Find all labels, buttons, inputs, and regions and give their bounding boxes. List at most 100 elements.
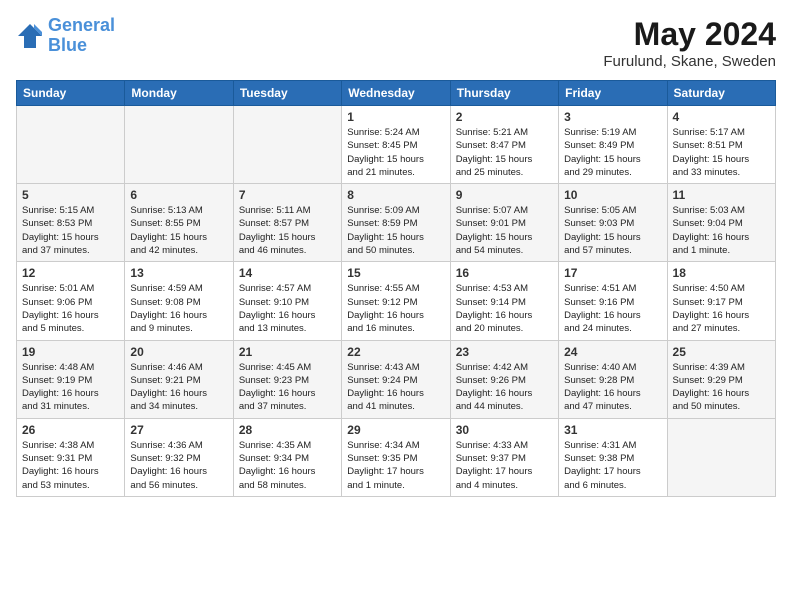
day-info: Sunrise: 5:24 AM Sunset: 8:45 PM Dayligh…: [347, 126, 444, 179]
calendar-cell: 6 Sunrise: 5:13 AM Sunset: 8:55 PM Daylig…: [125, 184, 233, 262]
page-header: General Blue May 2024 Furulund, Skane, S…: [16, 16, 776, 70]
day-info: Sunrise: 5:09 AM Sunset: 8:59 PM Dayligh…: [347, 204, 444, 257]
day-number: 24: [564, 345, 661, 359]
weekday-header-row: SundayMondayTuesdayWednesdayThursdayFrid…: [17, 81, 776, 106]
calendar-cell: [233, 106, 341, 184]
calendar-cell: 7 Sunrise: 5:11 AM Sunset: 8:57 PM Daylig…: [233, 184, 341, 262]
day-info: Sunrise: 4:46 AM Sunset: 9:21 PM Dayligh…: [130, 361, 227, 414]
day-number: 3: [564, 110, 661, 124]
calendar-cell: 15 Sunrise: 4:55 AM Sunset: 9:12 PM Dayli…: [342, 262, 450, 340]
day-info: Sunrise: 4:40 AM Sunset: 9:28 PM Dayligh…: [564, 361, 661, 414]
day-info: Sunrise: 5:13 AM Sunset: 8:55 PM Dayligh…: [130, 204, 227, 257]
day-info: Sunrise: 5:19 AM Sunset: 8:49 PM Dayligh…: [564, 126, 661, 179]
day-info: Sunrise: 4:59 AM Sunset: 9:08 PM Dayligh…: [130, 282, 227, 335]
day-number: 8: [347, 188, 444, 202]
day-number: 31: [564, 423, 661, 437]
calendar-cell: 21Sunrise: 4:45 AM Sunset: 9:23 PM Dayli…: [233, 340, 341, 418]
calendar-cell: 25 Sunrise: 4:39 AM Sunset: 9:29 PM Dayli…: [667, 340, 775, 418]
calendar-cell: 27 Sunrise: 4:36 AM Sunset: 9:32 PM Dayli…: [125, 418, 233, 496]
day-info: Sunrise: 4:35 AM Sunset: 9:34 PM Dayligh…: [239, 439, 336, 492]
day-number: 4: [673, 110, 770, 124]
day-number: 15: [347, 266, 444, 280]
location: Furulund, Skane, Sweden: [603, 53, 776, 70]
day-info: Sunrise: 4:36 AM Sunset: 9:32 PM Dayligh…: [130, 439, 227, 492]
calendar-cell: 24 Sunrise: 4:40 AM Sunset: 9:28 PM Dayli…: [559, 340, 667, 418]
day-number: 19: [22, 345, 119, 359]
logo-line2: Blue: [48, 35, 87, 55]
calendar-cell: 3 Sunrise: 5:19 AM Sunset: 8:49 PM Daylig…: [559, 106, 667, 184]
day-info: Sunrise: 5:21 AM Sunset: 8:47 PM Dayligh…: [456, 126, 553, 179]
logo: General Blue: [16, 16, 115, 56]
month-title: May 2024: [603, 16, 776, 53]
day-number: 5: [22, 188, 119, 202]
calendar-cell: 20 Sunrise: 4:46 AM Sunset: 9:21 PM Dayli…: [125, 340, 233, 418]
calendar-cell: 13 Sunrise: 4:59 AM Sunset: 9:08 PM Dayli…: [125, 262, 233, 340]
calendar-cell: 4 Sunrise: 5:17 AM Sunset: 8:51 PM Daylig…: [667, 106, 775, 184]
day-number: 23: [456, 345, 553, 359]
day-number: 6: [130, 188, 227, 202]
day-number: 27: [130, 423, 227, 437]
day-number: 29: [347, 423, 444, 437]
calendar-week-row: 12Sunrise: 5:01 AM Sunset: 9:06 PM Dayli…: [17, 262, 776, 340]
day-info: Sunrise: 4:39 AM Sunset: 9:29 PM Dayligh…: [673, 361, 770, 414]
calendar-week-row: 1 Sunrise: 5:24 AM Sunset: 8:45 PM Daylig…: [17, 106, 776, 184]
calendar: SundayMondayTuesdayWednesdayThursdayFrid…: [16, 80, 776, 497]
day-number: 20: [130, 345, 227, 359]
day-info: Sunrise: 4:43 AM Sunset: 9:24 PM Dayligh…: [347, 361, 444, 414]
calendar-cell: 1 Sunrise: 5:24 AM Sunset: 8:45 PM Daylig…: [342, 106, 450, 184]
calendar-cell: 14 Sunrise: 4:57 AM Sunset: 9:10 PM Dayli…: [233, 262, 341, 340]
weekday-header: Thursday: [450, 81, 558, 106]
day-info: Sunrise: 4:51 AM Sunset: 9:16 PM Dayligh…: [564, 282, 661, 335]
day-info: Sunrise: 4:57 AM Sunset: 9:10 PM Dayligh…: [239, 282, 336, 335]
day-number: 26: [22, 423, 119, 437]
calendar-cell: 5 Sunrise: 5:15 AM Sunset: 8:53 PM Daylig…: [17, 184, 125, 262]
calendar-cell: 10Sunrise: 5:05 AM Sunset: 9:03 PM Dayli…: [559, 184, 667, 262]
calendar-cell: [667, 418, 775, 496]
day-number: 13: [130, 266, 227, 280]
calendar-cell: 23Sunrise: 4:42 AM Sunset: 9:26 PM Dayli…: [450, 340, 558, 418]
logo-text: General Blue: [48, 16, 115, 56]
title-block: May 2024 Furulund, Skane, Sweden: [603, 16, 776, 70]
day-info: Sunrise: 5:11 AM Sunset: 8:57 PM Dayligh…: [239, 204, 336, 257]
day-info: Sunrise: 5:07 AM Sunset: 9:01 PM Dayligh…: [456, 204, 553, 257]
calendar-cell: 16 Sunrise: 4:53 AM Sunset: 9:14 PM Dayli…: [450, 262, 558, 340]
day-number: 18: [673, 266, 770, 280]
day-number: 30: [456, 423, 553, 437]
calendar-cell: 18 Sunrise: 4:50 AM Sunset: 9:17 PM Dayli…: [667, 262, 775, 340]
weekday-header: Wednesday: [342, 81, 450, 106]
day-number: 11: [673, 188, 770, 202]
calendar-cell: 29Sunrise: 4:34 AM Sunset: 9:35 PM Dayli…: [342, 418, 450, 496]
day-info: Sunrise: 4:31 AM Sunset: 9:38 PM Dayligh…: [564, 439, 661, 492]
day-number: 25: [673, 345, 770, 359]
day-number: 9: [456, 188, 553, 202]
calendar-week-row: 19Sunrise: 4:48 AM Sunset: 9:19 PM Dayli…: [17, 340, 776, 418]
weekday-header: Tuesday: [233, 81, 341, 106]
day-info: Sunrise: 4:38 AM Sunset: 9:31 PM Dayligh…: [22, 439, 119, 492]
day-number: 2: [456, 110, 553, 124]
day-info: Sunrise: 5:15 AM Sunset: 8:53 PM Dayligh…: [22, 204, 119, 257]
calendar-cell: 12Sunrise: 5:01 AM Sunset: 9:06 PM Dayli…: [17, 262, 125, 340]
calendar-cell: 22 Sunrise: 4:43 AM Sunset: 9:24 PM Dayli…: [342, 340, 450, 418]
day-info: Sunrise: 4:50 AM Sunset: 9:17 PM Dayligh…: [673, 282, 770, 335]
calendar-cell: 28 Sunrise: 4:35 AM Sunset: 9:34 PM Dayli…: [233, 418, 341, 496]
calendar-cell: 30Sunrise: 4:33 AM Sunset: 9:37 PM Dayli…: [450, 418, 558, 496]
day-number: 7: [239, 188, 336, 202]
calendar-week-row: 5 Sunrise: 5:15 AM Sunset: 8:53 PM Daylig…: [17, 184, 776, 262]
day-number: 14: [239, 266, 336, 280]
weekday-header: Saturday: [667, 81, 775, 106]
day-number: 1: [347, 110, 444, 124]
day-info: Sunrise: 4:55 AM Sunset: 9:12 PM Dayligh…: [347, 282, 444, 335]
weekday-header: Friday: [559, 81, 667, 106]
day-number: 16: [456, 266, 553, 280]
day-number: 28: [239, 423, 336, 437]
calendar-cell: 2 Sunrise: 5:21 AM Sunset: 8:47 PM Daylig…: [450, 106, 558, 184]
calendar-cell: 11Sunrise: 5:03 AM Sunset: 9:04 PM Dayli…: [667, 184, 775, 262]
logo-line1: General: [48, 15, 115, 35]
day-number: 22: [347, 345, 444, 359]
weekday-header: Monday: [125, 81, 233, 106]
calendar-week-row: 26 Sunrise: 4:38 AM Sunset: 9:31 PM Dayli…: [17, 418, 776, 496]
day-info: Sunrise: 4:53 AM Sunset: 9:14 PM Dayligh…: [456, 282, 553, 335]
calendar-cell: 9 Sunrise: 5:07 AM Sunset: 9:01 PM Daylig…: [450, 184, 558, 262]
day-info: Sunrise: 5:17 AM Sunset: 8:51 PM Dayligh…: [673, 126, 770, 179]
day-number: 10: [564, 188, 661, 202]
